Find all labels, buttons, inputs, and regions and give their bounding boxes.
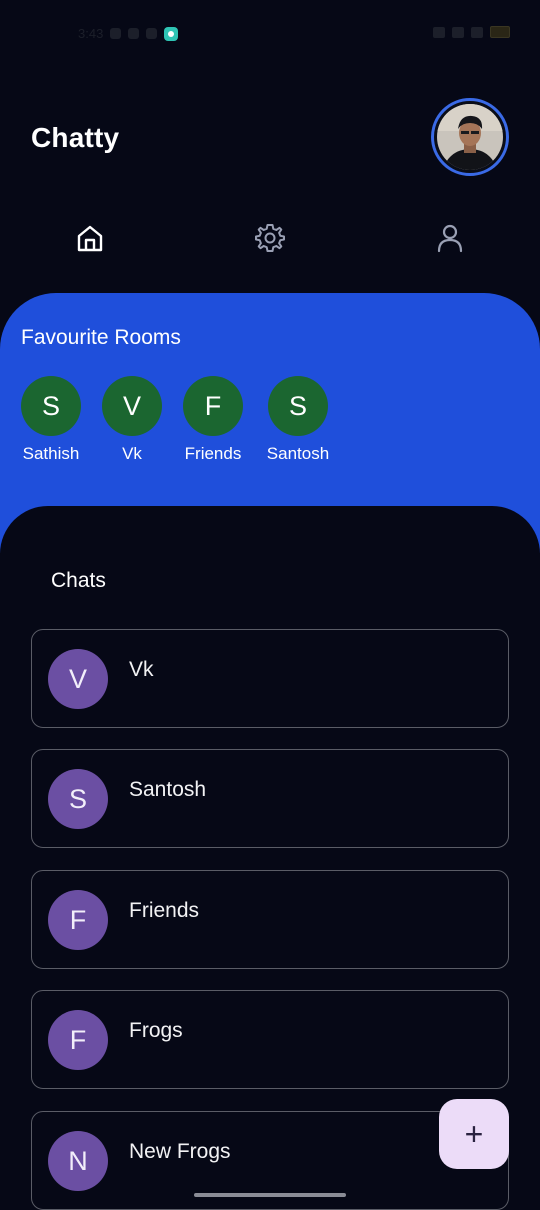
favourite-room-avatar: S <box>268 376 328 436</box>
bluetooth-icon <box>433 26 445 38</box>
favourite-room-label: Friends <box>184 444 242 463</box>
battery-icon <box>490 26 510 38</box>
chat-avatar: F <box>48 1010 108 1070</box>
chat-name: Friends <box>129 899 200 922</box>
app-title: Chatty <box>31 122 120 153</box>
status-bar-right <box>433 26 510 38</box>
chat-avatar: V <box>48 649 108 709</box>
chat-avatar: N <box>48 1131 108 1191</box>
notification-icon <box>110 28 122 39</box>
favourite-rooms-title: Favourite Rooms <box>21 326 181 349</box>
tab-profile[interactable] <box>430 218 470 258</box>
chat-app-icon <box>164 26 179 41</box>
chats-title: Chats <box>51 569 106 592</box>
chat-name: Frogs <box>129 1019 183 1042</box>
notification-icon <box>128 28 140 39</box>
favourite-room-label: Vk <box>122 444 142 463</box>
chat-name: New Frogs <box>129 1140 231 1163</box>
gear-icon <box>255 224 285 252</box>
favourite-room-label: Santosh <box>266 444 330 463</box>
chat-item-santosh[interactable]: S Santosh <box>31 749 509 848</box>
favourite-room-sathish[interactable]: S Sathish <box>20 376 82 464</box>
chat-name: Santosh <box>129 778 207 801</box>
chats-sheet <box>0 506 540 1200</box>
status-time: 3:43 <box>78 26 104 41</box>
status-bar-left: 3:43 <box>78 26 179 41</box>
status-bar: 3:43 <box>0 0 540 64</box>
home-icon <box>77 225 103 252</box>
favourite-room-vk[interactable]: V Vk <box>101 376 163 464</box>
chat-avatar: S <box>48 769 108 829</box>
favourite-room-avatar: V <box>102 376 162 436</box>
tab-settings[interactable] <box>250 218 290 258</box>
profile-photo <box>437 104 503 170</box>
profile-avatar[interactable] <box>431 98 509 176</box>
favourite-room-avatar: S <box>21 376 81 436</box>
chat-item-frogs[interactable]: F Frogs <box>31 990 509 1089</box>
favourite-room-friends[interactable]: F Friends <box>182 376 244 464</box>
notification-icon <box>146 28 158 39</box>
home-indicator[interactable] <box>194 1193 346 1197</box>
chat-item-vk[interactable]: V Vk <box>31 629 509 728</box>
tab-home[interactable] <box>70 218 110 258</box>
chat-name: Vk <box>129 658 154 681</box>
favourite-room-santosh[interactable]: S Santosh <box>263 376 333 464</box>
user-icon <box>437 224 463 253</box>
wifi-icon <box>471 26 483 38</box>
favourite-room-avatar: F <box>183 376 243 436</box>
favourite-room-label: Sathish <box>22 444 80 463</box>
plus-icon: + <box>464 1116 484 1152</box>
signal-icon <box>452 26 464 38</box>
chat-avatar: F <box>48 890 108 950</box>
chat-item-friends[interactable]: F Friends <box>31 870 509 969</box>
new-chat-button[interactable]: + <box>439 1099 509 1169</box>
